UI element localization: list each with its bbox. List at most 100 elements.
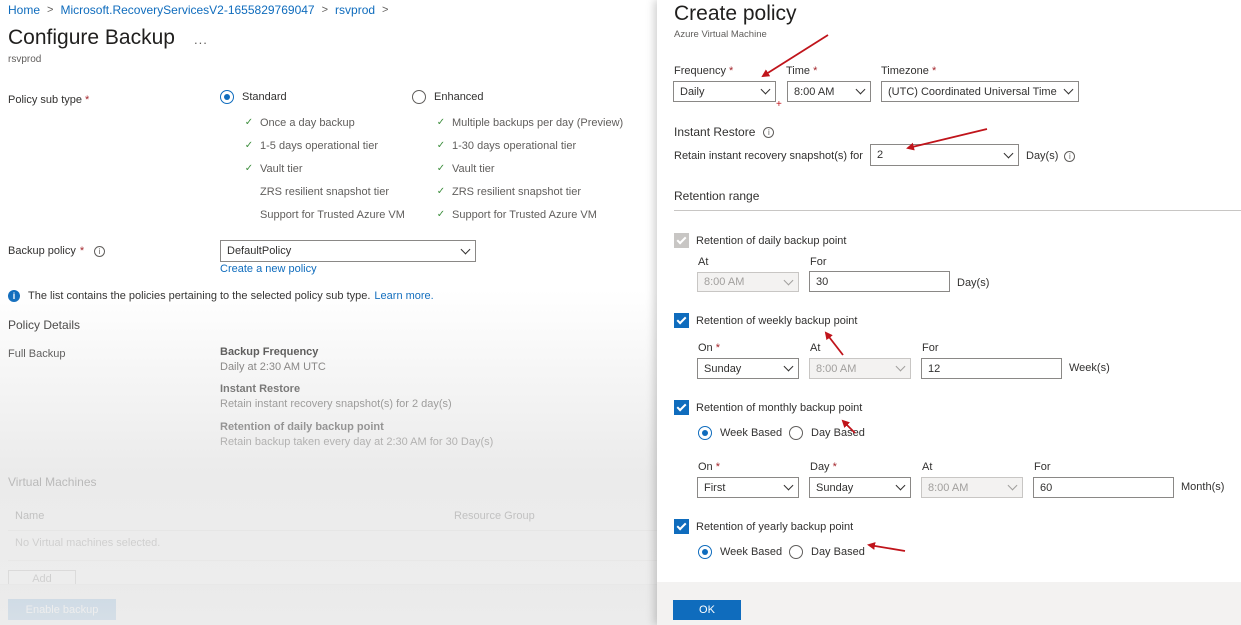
monthly-day-label: Day * (810, 461, 837, 473)
page-subtitle: rsvprod (8, 54, 42, 65)
breadcrumb-vault[interactable]: Microsoft.RecoveryServicesV2-16558297690… (60, 3, 314, 17)
chevron-down-icon (1003, 148, 1014, 158)
breadcrumb-rsvprod[interactable]: rsvprod (335, 3, 375, 17)
feature-text: ZRS resilient snapshot tier (452, 185, 581, 198)
weekly-checkbox-indicator[interactable] (674, 313, 689, 328)
detail-title: Instant Restore (220, 383, 301, 395)
backup-policy-value: DefaultPolicy (227, 245, 292, 257)
ok-button[interactable]: OK (673, 600, 741, 620)
monthly-day-based-radio[interactable]: Day Based (789, 426, 865, 440)
weekly-at-label: At (810, 342, 821, 354)
breadcrumb-home[interactable]: Home (8, 3, 40, 17)
feature-item: ✓ Multiple backups per day (Preview) (436, 111, 623, 134)
column-header-name[interactable]: Name (15, 510, 44, 522)
standard-radio-indicator[interactable] (220, 90, 234, 104)
daily-for-input[interactable]: 30 (809, 271, 950, 292)
info-message: i The list contains the policies pertain… (8, 290, 434, 302)
checkmark-icon (676, 401, 687, 412)
weekly-retention-checkbox[interactable]: Retention of weekly backup point (674, 313, 857, 328)
weekly-for-value: 12 (928, 362, 941, 375)
yearly-day-based-radio[interactable]: Day Based (789, 545, 865, 559)
yearly-week-based-radio[interactable]: Week Based (698, 545, 782, 559)
frequency-dropdown[interactable]: Daily (673, 81, 776, 102)
monthly-at-dropdown[interactable]: 8:00 AM (921, 477, 1023, 498)
feature-item: ✓ Vault tier (436, 157, 623, 180)
enhanced-radio-indicator[interactable] (412, 90, 426, 104)
weekly-for-label: For (922, 342, 939, 354)
required-mark: * (79, 245, 85, 257)
weekly-at-value: 8:00 AM (816, 362, 857, 375)
feature-text: 1-30 days operational tier (452, 139, 577, 152)
feature-item: ✓ Once a day backup (244, 111, 405, 134)
weekly-unit: Week(s) (1069, 362, 1110, 374)
required-mark: * (715, 342, 721, 354)
info-icon[interactable]: i (94, 245, 106, 257)
weekly-at-dropdown[interactable]: 8:00 AM (809, 358, 911, 379)
detail-text: Retain backup taken every day at 2:30 AM… (220, 436, 494, 448)
timezone-label: Timezone * (881, 65, 936, 77)
monthly-day-based-indicator[interactable] (789, 426, 803, 440)
daily-retention-label: Retention of daily backup point (696, 234, 847, 247)
checkmark-icon (676, 520, 687, 531)
frequency-value: Daily (680, 85, 705, 98)
policy-details-heading: Policy Details (8, 318, 81, 332)
daily-for-label: For (810, 256, 827, 268)
yearly-checkbox-indicator[interactable] (674, 519, 689, 534)
yearly-week-based-indicator[interactable] (698, 545, 712, 559)
monthly-checkbox-indicator[interactable] (674, 400, 689, 415)
required-mark: * (813, 65, 818, 77)
weekly-on-dropdown[interactable]: Sunday (697, 358, 799, 379)
standard-radio-label: Standard (242, 91, 287, 103)
monthly-on-text: On (698, 461, 713, 473)
learn-more-link[interactable]: Learn more. (374, 290, 433, 302)
backup-policy-dropdown[interactable]: DefaultPolicy (220, 240, 476, 262)
enhanced-radio-label: Enhanced (434, 91, 484, 103)
feature-text: Support for Trusted Azure VM (260, 208, 405, 221)
retain-unit: Day(s) i (1026, 150, 1076, 162)
daily-retention-checkbox[interactable]: Retention of daily backup point (674, 233, 846, 248)
timezone-dropdown[interactable]: (UTC) Coordinated Universal Time (881, 81, 1079, 102)
standard-radio[interactable]: Standard (220, 90, 287, 104)
enhanced-radio[interactable]: Enhanced (412, 90, 484, 104)
monthly-retention-checkbox[interactable]: Retention of monthly backup point (674, 400, 862, 415)
check-icon: ✓ (244, 163, 254, 174)
policy-sub-type-text: Policy sub type (8, 94, 82, 106)
monthly-day-dropdown[interactable]: Sunday (809, 477, 911, 498)
info-icon[interactable]: i (1064, 150, 1076, 162)
chevron-down-icon (783, 480, 794, 491)
weekly-for-input[interactable]: 12 (921, 358, 1062, 379)
info-icon[interactable]: i (763, 126, 775, 138)
monthly-on-dropdown[interactable]: First (697, 477, 799, 498)
feature-item: ✓ Support for Trusted Azure VM (436, 203, 623, 226)
check-icon: ✓ (244, 140, 254, 151)
table-divider (8, 560, 657, 561)
monthly-week-based-indicator[interactable] (698, 426, 712, 440)
yearly-retention-checkbox[interactable]: Retention of yearly backup point (674, 519, 853, 534)
enhanced-features: ✓ Multiple backups per day (Preview) ✓ 1-3… (436, 111, 623, 226)
chevron-down-icon (1007, 480, 1018, 491)
create-policy-footer (657, 582, 1241, 625)
detail-title: Retention of daily backup point (220, 421, 384, 433)
chevron-down-icon (855, 84, 866, 95)
time-dropdown[interactable]: 8:00 AM (787, 81, 871, 102)
monthly-week-based-radio[interactable]: Week Based (698, 426, 782, 440)
detail-text: Retain instant recovery snapshot(s) for … (220, 398, 452, 410)
info-filled-icon: i (8, 290, 20, 302)
more-options-icon[interactable]: ... (194, 32, 208, 47)
required-mark: * (832, 461, 837, 473)
yearly-retention-label: Retention of yearly backup point (696, 520, 854, 533)
create-new-policy-link[interactable]: Create a new policy (220, 263, 317, 275)
enable-backup-button[interactable]: Enable backup (8, 599, 116, 620)
daily-checkbox-indicator[interactable] (674, 233, 689, 248)
column-header-resource-group[interactable]: Resource Group (454, 510, 535, 522)
breadcrumb-separator-icon: > (47, 4, 54, 16)
yearly-day-based-indicator[interactable] (789, 545, 803, 559)
monthly-for-input[interactable]: 60 (1033, 477, 1174, 498)
checkmark-icon (676, 314, 687, 325)
required-mark: * (729, 65, 734, 77)
yearly-week-based-label: Week Based (720, 546, 783, 558)
retain-snapshot-label: Retain instant recovery snapshot(s) for (674, 150, 863, 162)
daily-at-dropdown[interactable]: 8:00 AM (697, 272, 799, 292)
check-icon: ✓ (244, 117, 254, 128)
retain-snapshot-dropdown[interactable]: 2 (870, 144, 1019, 166)
